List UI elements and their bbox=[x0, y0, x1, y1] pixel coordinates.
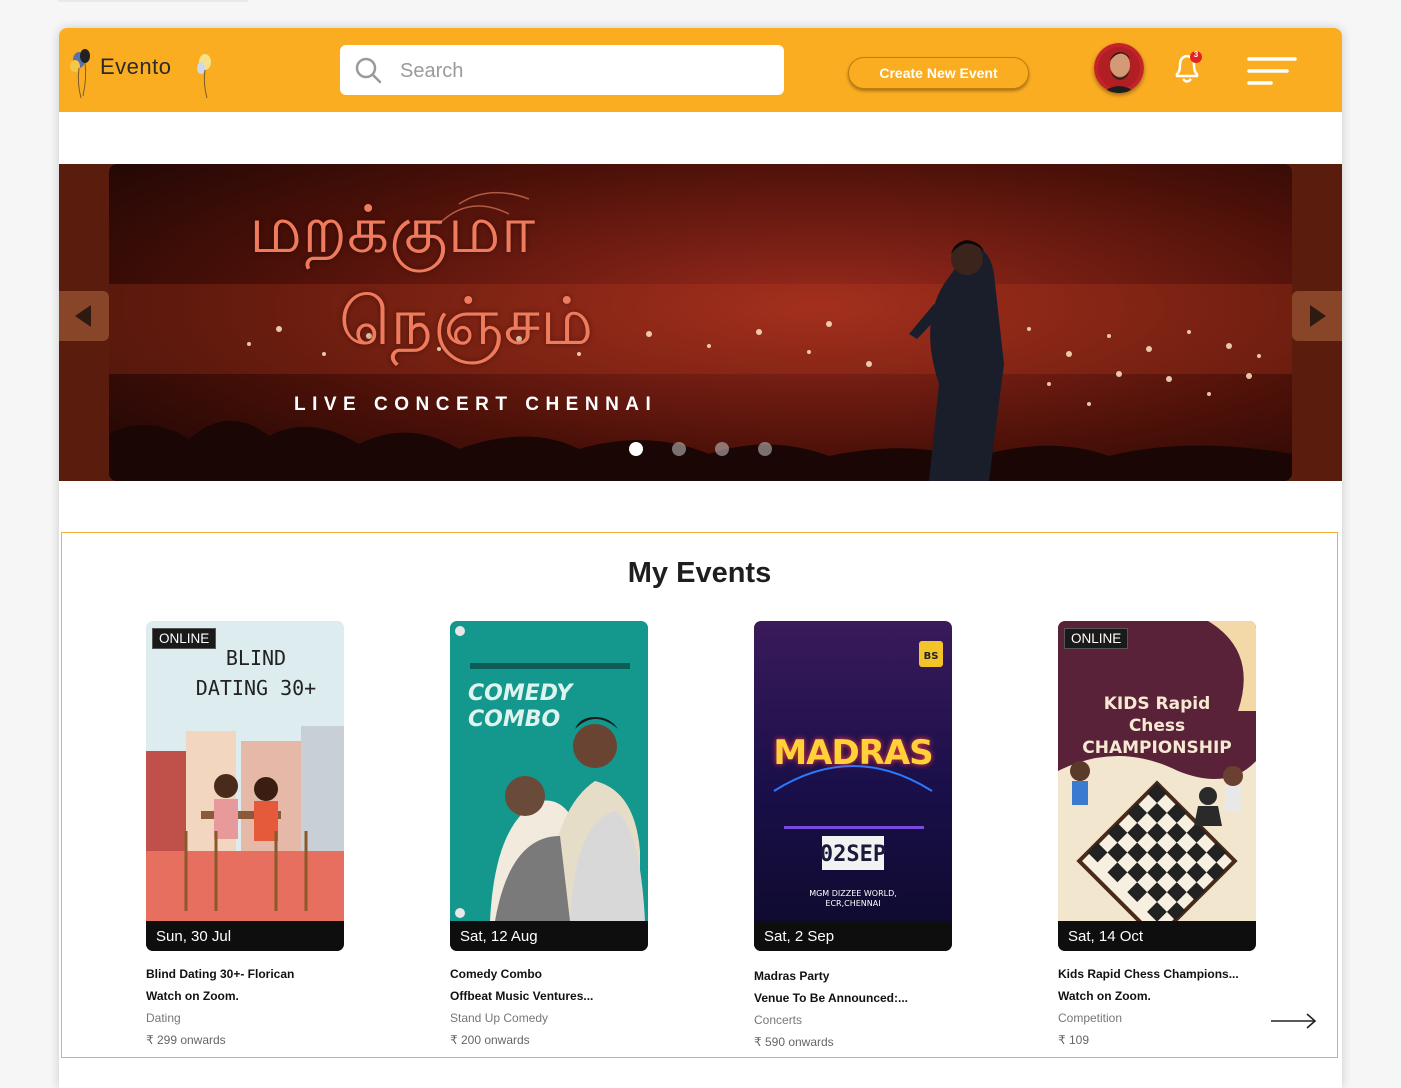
event-title[interactable]: Comedy Combo bbox=[450, 967, 650, 981]
notifications[interactable]: 3 bbox=[1171, 50, 1205, 86]
event-card[interactable]: KIDS Rapid Chess CHAMPIONSHIP ONLINE Sat… bbox=[1058, 621, 1258, 1047]
event-venue: Offbeat Music Ventures... bbox=[450, 989, 594, 1003]
section-heading: My Events bbox=[627, 557, 772, 589]
search-input[interactable] bbox=[398, 53, 772, 89]
event-venue: Watch on Zoom. bbox=[146, 989, 239, 1003]
app-window: Evento Create New Event bbox=[59, 28, 1342, 1088]
top-divider bbox=[58, 0, 248, 2]
poster-title: KIDS Rapid Chess CHAMPIONSHIP bbox=[1082, 694, 1232, 758]
banner-subtitle: LIVE CONCERT CHENNAI bbox=[294, 394, 658, 415]
search-icon[interactable] bbox=[354, 56, 382, 84]
svg-text:ECR,CHENNAI: ECR,CHENNAI bbox=[825, 899, 880, 908]
event-poster[interactable]: COMEDY COMBO Sat, 12 Aug bbox=[450, 621, 648, 951]
banner-title-line2: நெஞ்சம் bbox=[339, 283, 594, 360]
event-card[interactable]: BS 02SEP MGM DIZZEE WORLD, ECR,CHENNAI M… bbox=[754, 621, 954, 1049]
event-price: ₹ 200 onwards bbox=[450, 1033, 530, 1047]
event-price: ₹ 299 onwards bbox=[146, 1033, 226, 1047]
event-category: Dating bbox=[146, 1011, 181, 1025]
event-poster[interactable]: BLIND DATING 30+ ONLINE Sun, 30 Jul bbox=[146, 621, 344, 951]
carousel-dot-3[interactable] bbox=[715, 442, 729, 456]
event-date: Sat, 2 Sep bbox=[754, 921, 952, 951]
svg-text:02SEP: 02SEP bbox=[820, 842, 886, 867]
event-card[interactable]: BLIND DATING 30+ ONLINE Sun, 30 Jul Blin… bbox=[146, 621, 346, 1047]
poster-image: BS 02SEP MGM DIZZEE WORLD, ECR,CHENNAI bbox=[754, 621, 952, 951]
carousel-dot-2[interactable] bbox=[672, 442, 686, 456]
my-events-section: My Events BLIND DATING 30+ ONLINE Sun, 3… bbox=[61, 532, 1338, 1058]
svg-text:BS: BS bbox=[924, 651, 939, 662]
event-date: Sat, 12 Aug bbox=[450, 921, 648, 951]
event-venue: Watch on Zoom. bbox=[1058, 989, 1151, 1003]
banner-title: மறக்குமா நெஞ்சம் bbox=[249, 184, 593, 368]
top-navbar: Evento Create New Event bbox=[59, 28, 1342, 112]
poster-title: COMEDY COMBO bbox=[468, 681, 573, 732]
event-category: Stand Up Comedy bbox=[450, 1011, 549, 1025]
user-avatar[interactable] bbox=[1094, 43, 1144, 93]
carousel-prev-button[interactable] bbox=[59, 291, 109, 341]
event-category: Concerts bbox=[754, 1013, 803, 1027]
chevron-right-icon bbox=[1310, 305, 1326, 327]
poster-title: MADRAS bbox=[773, 733, 933, 773]
carousel-slide[interactable]: மறக்குமா நெஞ்சம் LIVE CONCERT CHENNAI bbox=[109, 164, 1292, 481]
logo-text: Evento bbox=[100, 54, 172, 79]
event-date: Sat, 14 Oct bbox=[1058, 921, 1256, 951]
online-badge: ONLINE bbox=[1064, 628, 1129, 649]
banner-title-line1: மறக்குமா bbox=[249, 191, 536, 268]
event-price: ₹ 590 onwards bbox=[754, 1035, 834, 1049]
event-poster[interactable]: BS 02SEP MGM DIZZEE WORLD, ECR,CHENNAI M… bbox=[754, 621, 952, 951]
svg-text:MGM DIZZEE WORLD,: MGM DIZZEE WORLD, bbox=[809, 889, 897, 898]
arrow-right-icon[interactable] bbox=[1270, 1011, 1318, 1031]
chevron-left-icon bbox=[75, 305, 91, 327]
event-poster[interactable]: KIDS Rapid Chess CHAMPIONSHIP ONLINE Sat… bbox=[1058, 621, 1256, 951]
poster-title: BLIND DATING 30+ bbox=[195, 646, 317, 700]
event-price: ₹ 109 bbox=[1058, 1033, 1089, 1047]
poster-image bbox=[1058, 621, 1256, 951]
online-badge: ONLINE bbox=[152, 628, 217, 649]
carousel-dot-4[interactable] bbox=[758, 442, 772, 456]
search-bar[interactable] bbox=[340, 45, 784, 95]
event-title[interactable]: Kids Rapid Chess Champions... bbox=[1058, 967, 1258, 981]
event-title[interactable]: Madras Party bbox=[754, 969, 954, 983]
event-category: Competition bbox=[1058, 1011, 1123, 1025]
hero-carousel: மறக்குமா நெஞ்சம் LIVE CONCERT CHENNAI bbox=[59, 164, 1342, 481]
poster-image bbox=[450, 621, 648, 951]
event-date: Sun, 30 Jul bbox=[146, 921, 344, 951]
menu-icon[interactable] bbox=[1247, 56, 1299, 88]
create-new-event-button[interactable]: Create New Event bbox=[848, 57, 1029, 89]
notification-count: 3 bbox=[1193, 50, 1199, 59]
event-card[interactable]: COMEDY COMBO Sat, 12 Aug Comedy Combo Of… bbox=[450, 621, 650, 1047]
carousel-next-button[interactable] bbox=[1292, 291, 1342, 341]
evento-logo[interactable]: Evento bbox=[65, 48, 225, 104]
event-venue: Venue To Be Announced:... bbox=[754, 991, 909, 1005]
event-title[interactable]: Blind Dating 30+- Florican bbox=[146, 967, 346, 981]
carousel-dot-1[interactable] bbox=[629, 442, 643, 456]
